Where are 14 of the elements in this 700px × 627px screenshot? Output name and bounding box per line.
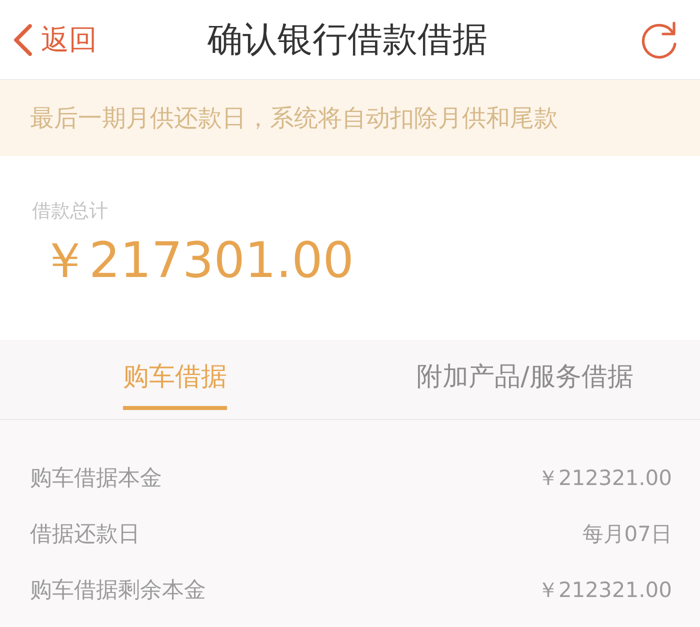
detail-label: 购车借据本金	[30, 465, 162, 493]
tab[interactable]: 附加产品/服务借据	[350, 340, 700, 419]
detail-label: 借据还款日	[30, 521, 140, 549]
detail-value: 每月07日	[582, 521, 672, 548]
page-title: 确认银行借款借据	[208, 19, 488, 62]
detail-value: ￥212321.00	[537, 577, 672, 604]
total-amount: ￥217301.00	[40, 231, 354, 291]
chevron-left-icon	[13, 24, 33, 56]
detail-value: ￥212321.00	[537, 465, 672, 492]
total-label: 借款总计	[32, 199, 108, 224]
notice-text: 最后一期月供还款日，系统将自动扣除月供和尾款	[30, 103, 558, 134]
detail-label: 购车借据剩余本金	[30, 577, 206, 605]
tab[interactable]: 购车借据	[0, 340, 350, 419]
back-button[interactable]: 返回	[13, 20, 97, 58]
